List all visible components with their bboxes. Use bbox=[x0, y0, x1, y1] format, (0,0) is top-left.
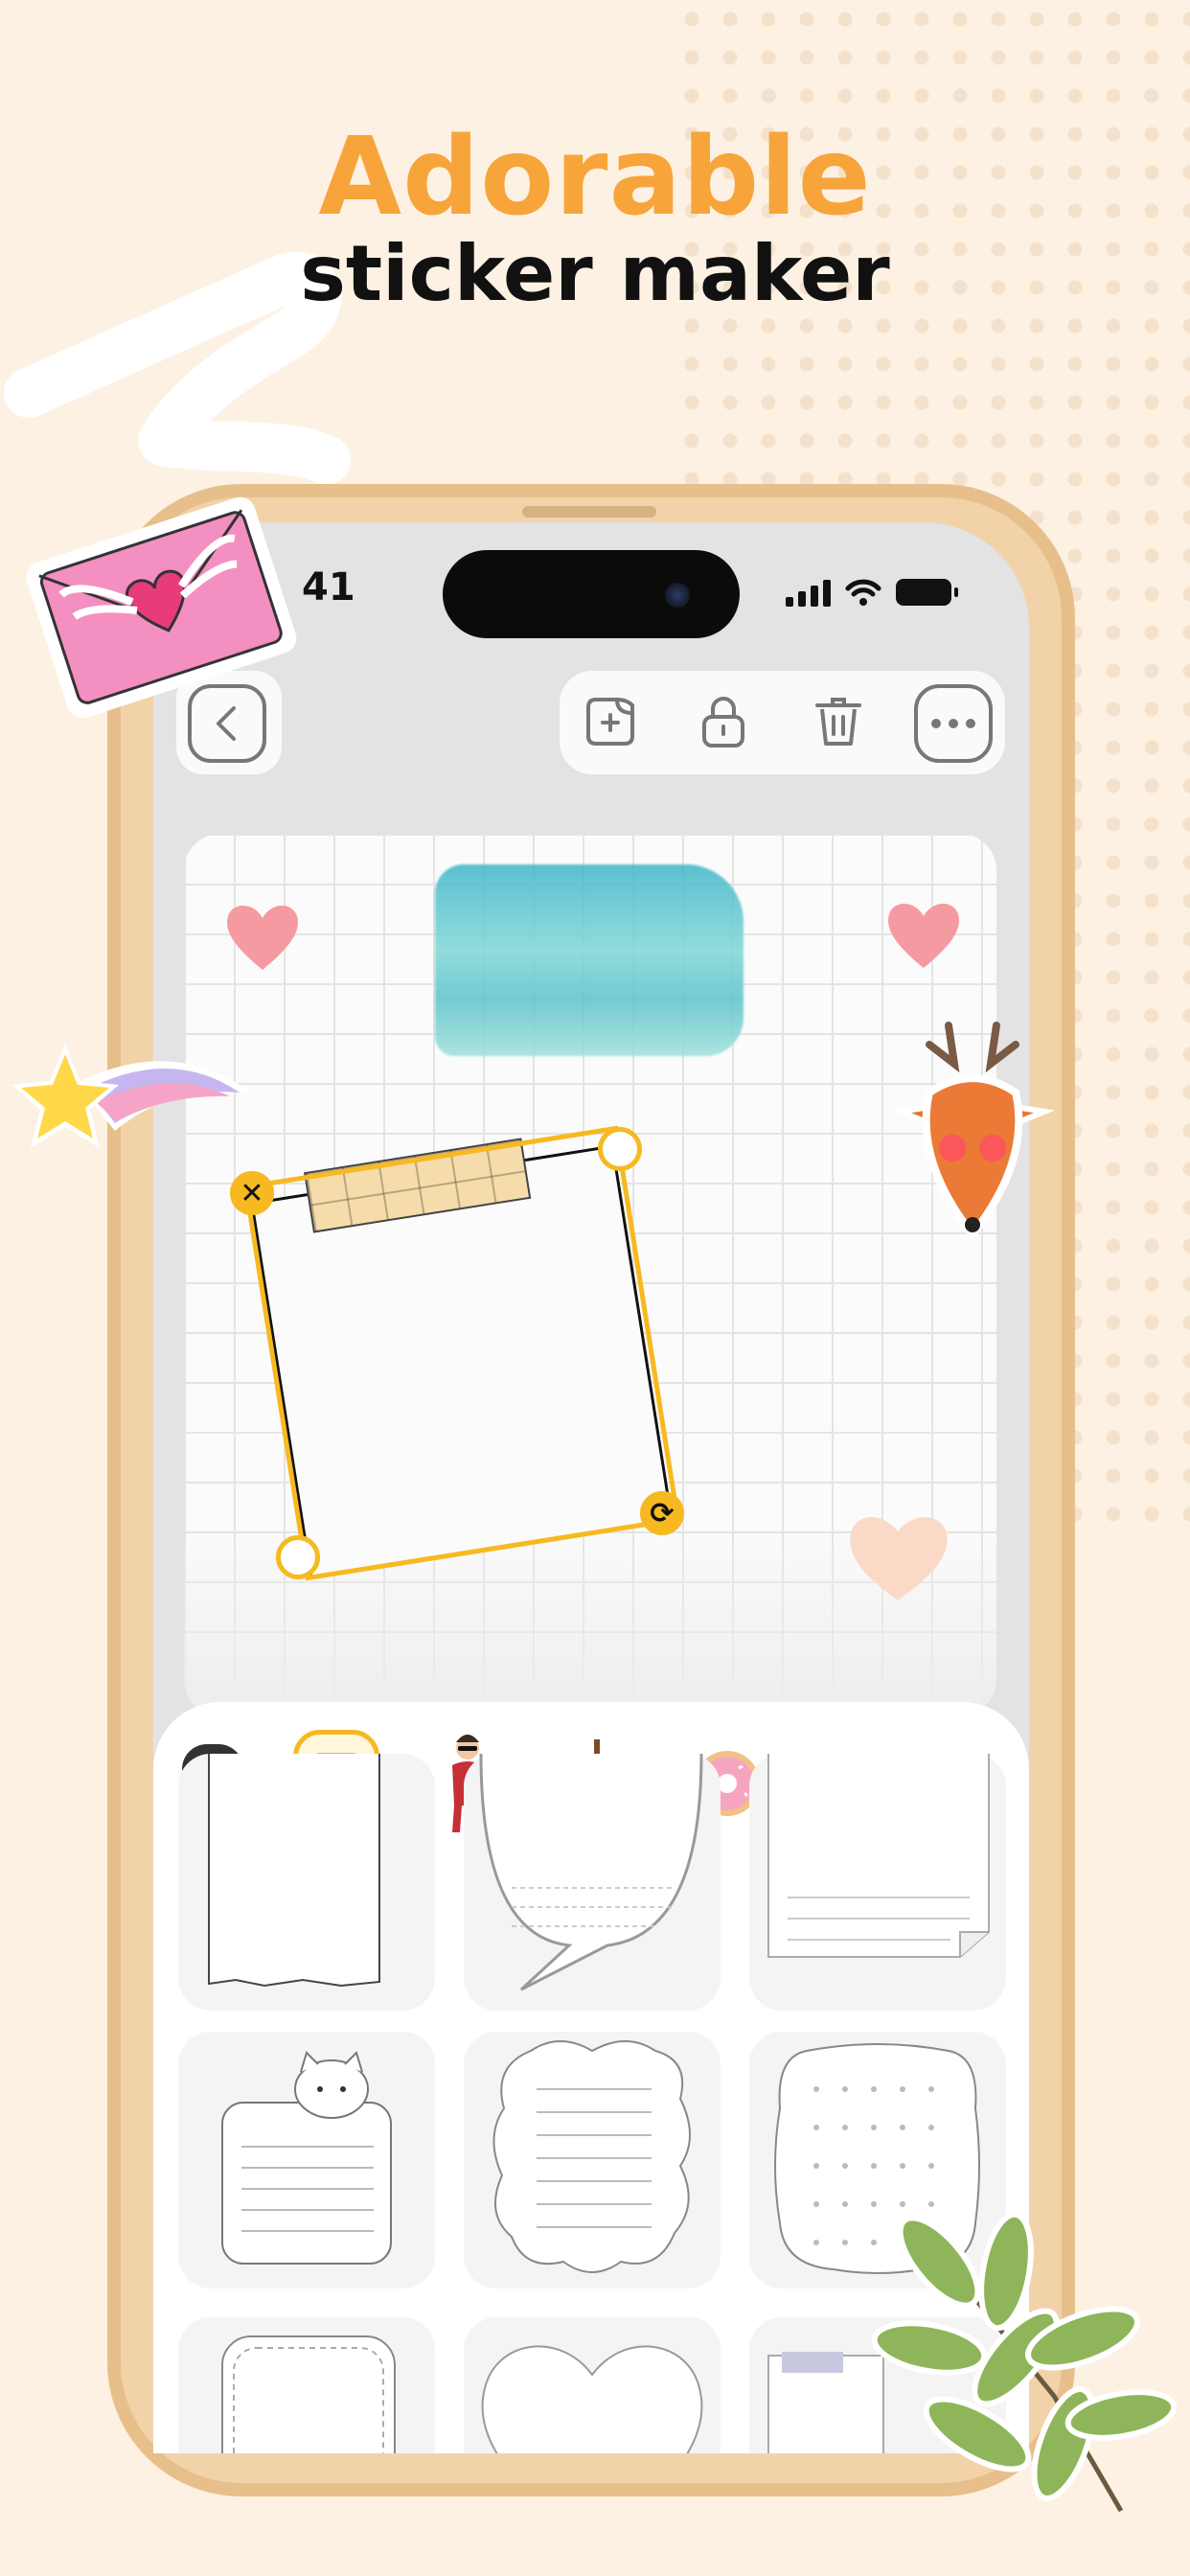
duplicate-icon bbox=[586, 698, 634, 746]
folded-note-icon bbox=[767, 1754, 990, 1958]
stitched-note-icon bbox=[221, 2335, 396, 2453]
template-cloud-note[interactable] bbox=[464, 2032, 721, 2288]
status-icons bbox=[786, 573, 958, 611]
template-folded-note[interactable] bbox=[749, 1754, 1006, 2011]
battery-icon bbox=[896, 579, 958, 606]
resize-handle-bottom-left[interactable] bbox=[276, 1535, 320, 1579]
phone-speaker bbox=[522, 506, 656, 518]
duplicate-button[interactable] bbox=[573, 684, 648, 759]
more-button[interactable] bbox=[914, 684, 993, 763]
pink-heart-sticker[interactable] bbox=[883, 893, 964, 972]
headline-title: Adorable bbox=[318, 115, 872, 240]
template-speech-bubble[interactable] bbox=[464, 1753, 721, 2011]
headline: Adorable sticker maker bbox=[0, 115, 1190, 318]
dynamic-island bbox=[443, 550, 740, 638]
torn-paper-icon bbox=[208, 1754, 380, 1988]
wifi-icon bbox=[845, 579, 881, 606]
camera-dot bbox=[665, 583, 690, 608]
speech-bubble-icon bbox=[479, 1753, 703, 1991]
headline-subtitle: sticker maker bbox=[300, 229, 890, 318]
watercolor-stroke-sticker[interactable] bbox=[435, 864, 744, 1056]
template-heart-note[interactable] bbox=[464, 2317, 721, 2453]
cloud-note-icon bbox=[492, 2040, 691, 2273]
shooting-star-sticker bbox=[11, 1045, 251, 1148]
deer-head-sticker bbox=[891, 1022, 1056, 1241]
template-torn-paper[interactable] bbox=[178, 1754, 435, 2011]
template-cat-note[interactable] bbox=[178, 2032, 435, 2288]
selection-box bbox=[242, 1125, 681, 1581]
lock-icon bbox=[702, 697, 744, 748]
template-stitched-note[interactable] bbox=[178, 2317, 435, 2453]
resize-handle-top-right[interactable] bbox=[598, 1127, 642, 1171]
pink-heart-sticker[interactable] bbox=[222, 897, 303, 974]
heart-note-icon bbox=[481, 2345, 703, 2453]
trash-icon bbox=[815, 698, 861, 746]
rotate-handle[interactable]: ⟳ bbox=[640, 1491, 684, 1535]
signal-icon bbox=[786, 578, 831, 607]
delete-button[interactable] bbox=[801, 684, 876, 759]
more-icon bbox=[931, 719, 975, 728]
lock-button[interactable] bbox=[686, 684, 761, 759]
leaf-branch-sticker bbox=[872, 2211, 1178, 2513]
rotate-icon: ⟳ bbox=[650, 1496, 675, 1530]
peach-heart-sticker[interactable] bbox=[843, 1505, 952, 1604]
cat-note-icon bbox=[221, 2051, 392, 2265]
winged-heart-envelope-sticker bbox=[26, 496, 297, 719]
